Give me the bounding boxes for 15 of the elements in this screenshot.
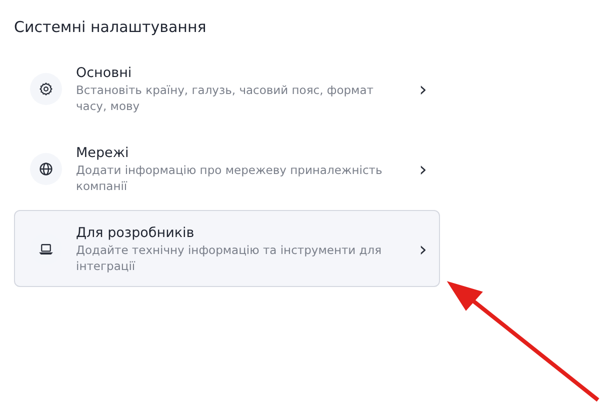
chevron-icon: › (419, 158, 427, 178)
item-description: Встановіть країну, галузь, часовий пояс, формат часу, мову (76, 82, 374, 114)
section-title: Системні налаштування (14, 18, 208, 36)
settings-item[interactable]: Основні Встановіть країну, галузь, часовий пояс, формат часу, мову › (14, 50, 440, 127)
chevron-icon: › (419, 78, 427, 98)
settings-item[interactable]: Мережі Додати інформацію про мережеву приналежність компанії › (14, 130, 440, 207)
gear-icon (30, 72, 62, 104)
item-description: Додати інформацію про мережеву приналежність компанії (76, 162, 384, 194)
item-title: Для розробників (76, 224, 196, 242)
item-title: Мережі (76, 144, 130, 162)
item-title: Основні (76, 64, 133, 82)
item-description: Додайте технічну інформацію та інструменти для інтеграції (76, 242, 383, 274)
settings-item[interactable]: Для розробників Додайте технічну інформацію та інструменти для інтеграції › (14, 210, 440, 287)
chevron-icon: › (419, 238, 427, 258)
globe-icon (30, 152, 62, 184)
